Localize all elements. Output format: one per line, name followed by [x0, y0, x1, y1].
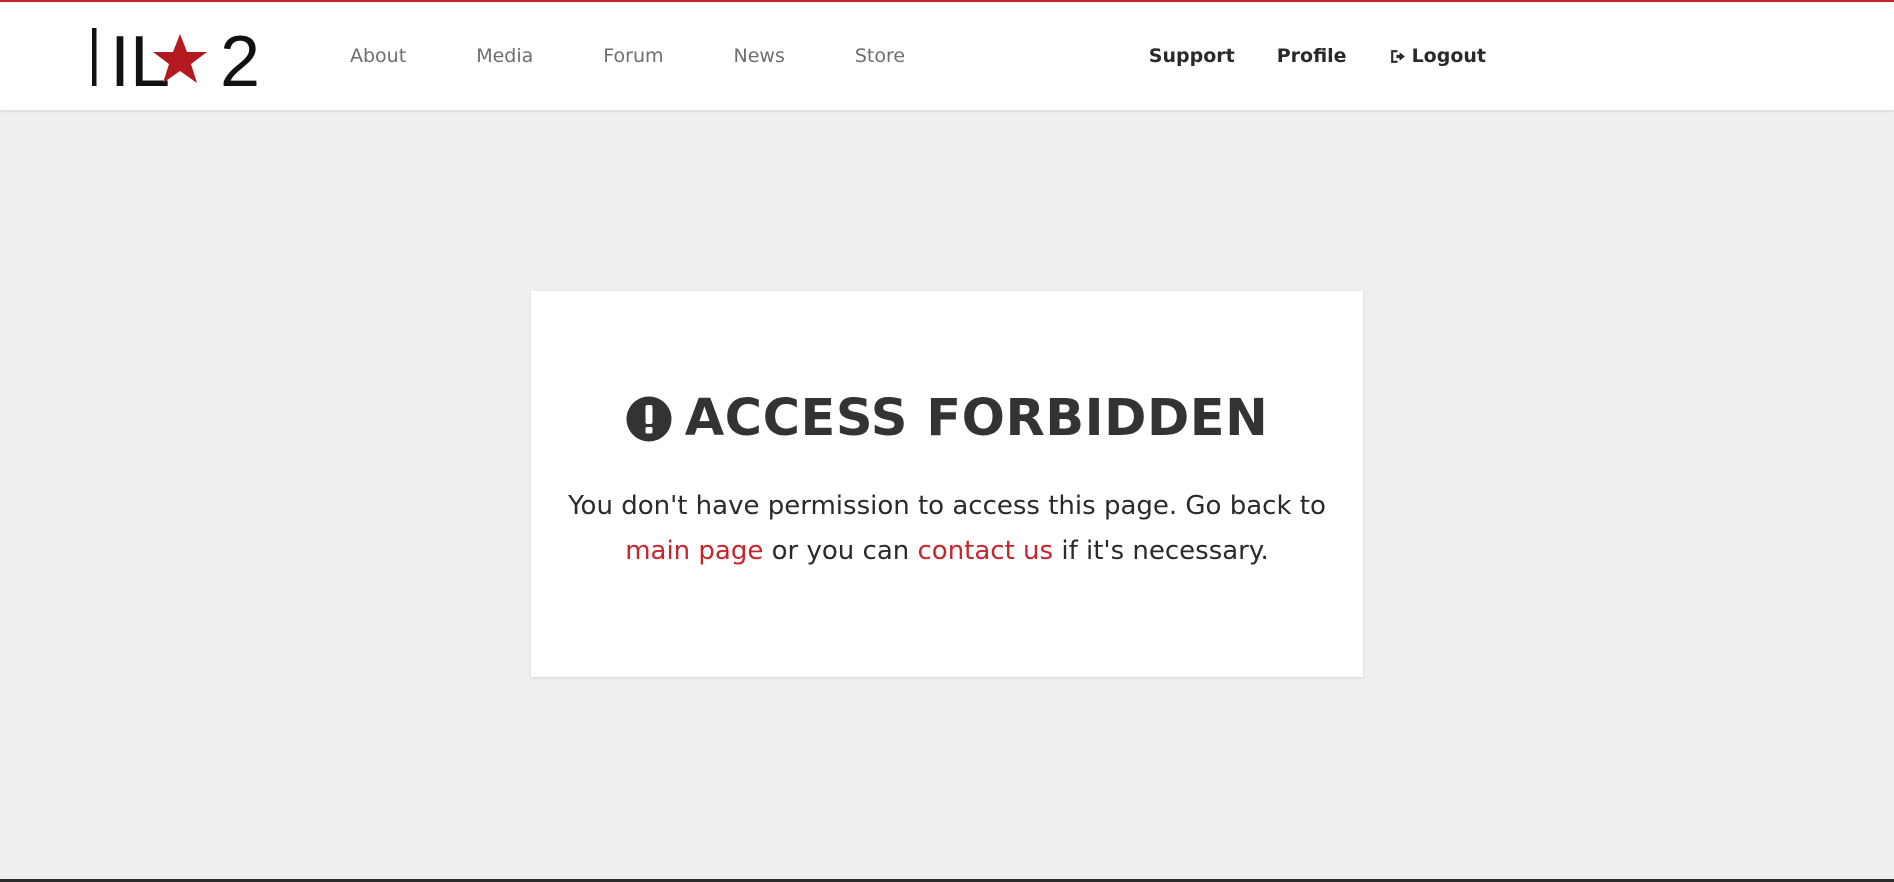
nav-item-forum[interactable]: Forum — [568, 2, 698, 110]
nav-item-news[interactable]: News — [699, 2, 820, 110]
error-message: You don't have permission to access this… — [561, 484, 1333, 574]
error-message-part2: or you can — [763, 536, 918, 566]
il2-logo-icon: IL 2 — [92, 22, 260, 102]
logout-label: Logout — [1411, 45, 1486, 67]
user-nav: Support Profile Logout — [1107, 2, 1486, 110]
logout-link[interactable]: Logout — [1389, 2, 1486, 110]
site-header: IL 2 About Media Forum News Store Suppor… — [0, 2, 1894, 110]
support-link[interactable]: Support — [1149, 2, 1235, 110]
nav-item-media[interactable]: Media — [441, 2, 568, 110]
main-nav: About Media Forum News Store — [315, 2, 940, 110]
error-title: ACCESS FORBIDDEN — [684, 389, 1269, 448]
sign-out-icon — [1390, 49, 1405, 63]
site-logo[interactable]: IL 2 — [90, 22, 266, 102]
error-message-part3: if it's necessary. — [1053, 536, 1269, 566]
error-card: ACCESS FORBIDDEN You don't have permissi… — [531, 291, 1363, 677]
error-heading: ACCESS FORBIDDEN — [531, 389, 1363, 448]
contact-us-link[interactable]: contact us — [918, 536, 1054, 566]
nav-item-store[interactable]: Store — [820, 2, 940, 110]
exclamation-circle-icon — [626, 396, 672, 441]
nav-item-about[interactable]: About — [315, 2, 441, 110]
profile-link[interactable]: Profile — [1277, 2, 1347, 110]
logo-text-right: 2 — [220, 24, 260, 90]
error-message-part1: You don't have permission to access this… — [568, 491, 1326, 521]
main-page-link[interactable]: main page — [625, 536, 763, 566]
